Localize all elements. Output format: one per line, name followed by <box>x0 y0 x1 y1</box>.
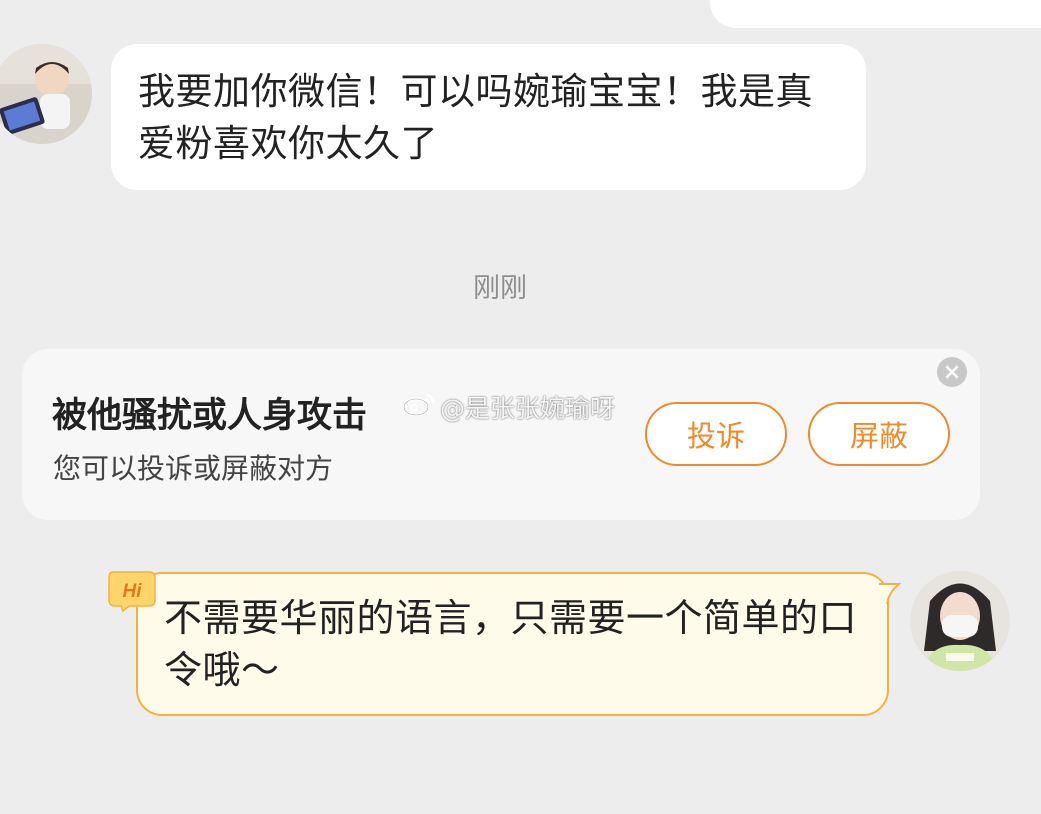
sender-avatar[interactable] <box>0 44 92 144</box>
incoming-message-bubble[interactable]: 我要加你微信！可以吗婉瑜宝宝！我是真爱粉喜欢你太久了 <box>111 44 866 190</box>
outgoing-message-bubble[interactable]: 不需要华丽的语言，只需要一个简单的口令哦～ <box>136 572 889 716</box>
self-avatar[interactable] <box>910 571 1010 671</box>
hi-badge-label: Hi <box>123 581 143 602</box>
hi-badge-icon: Hi <box>107 568 157 613</box>
report-card-subtitle: 您可以投诉或屏蔽对方 <box>53 452 334 485</box>
bubble-tail-icon <box>879 583 901 605</box>
weibo-watermark: @是张张婉瑜呀 <box>402 389 615 425</box>
report-card-title: 被他骚扰或人身攻击 <box>52 396 368 436</box>
weibo-logo-icon <box>402 391 436 423</box>
complain-button[interactable]: 投诉 <box>645 402 787 466</box>
incoming-message-text: 我要加你微信！可以吗婉瑜宝宝！我是真爱粉喜欢你太久了 <box>138 70 813 165</box>
block-button[interactable]: 屏蔽 <box>808 402 950 466</box>
watermark-text: @是张张婉瑜呀 <box>440 394 616 423</box>
outgoing-message-text: 不需要华丽的语言，只需要一个简单的口令哦～ <box>164 596 858 692</box>
message-timestamp: 刚刚 <box>473 273 527 304</box>
previous-outgoing-bubble-fragment <box>710 0 1041 28</box>
harassment-report-card: 被他骚扰或人身攻击 您可以投诉或屏蔽对方 @是张张婉瑜呀 投诉 屏蔽 <box>22 349 980 520</box>
close-icon[interactable] <box>937 357 967 387</box>
